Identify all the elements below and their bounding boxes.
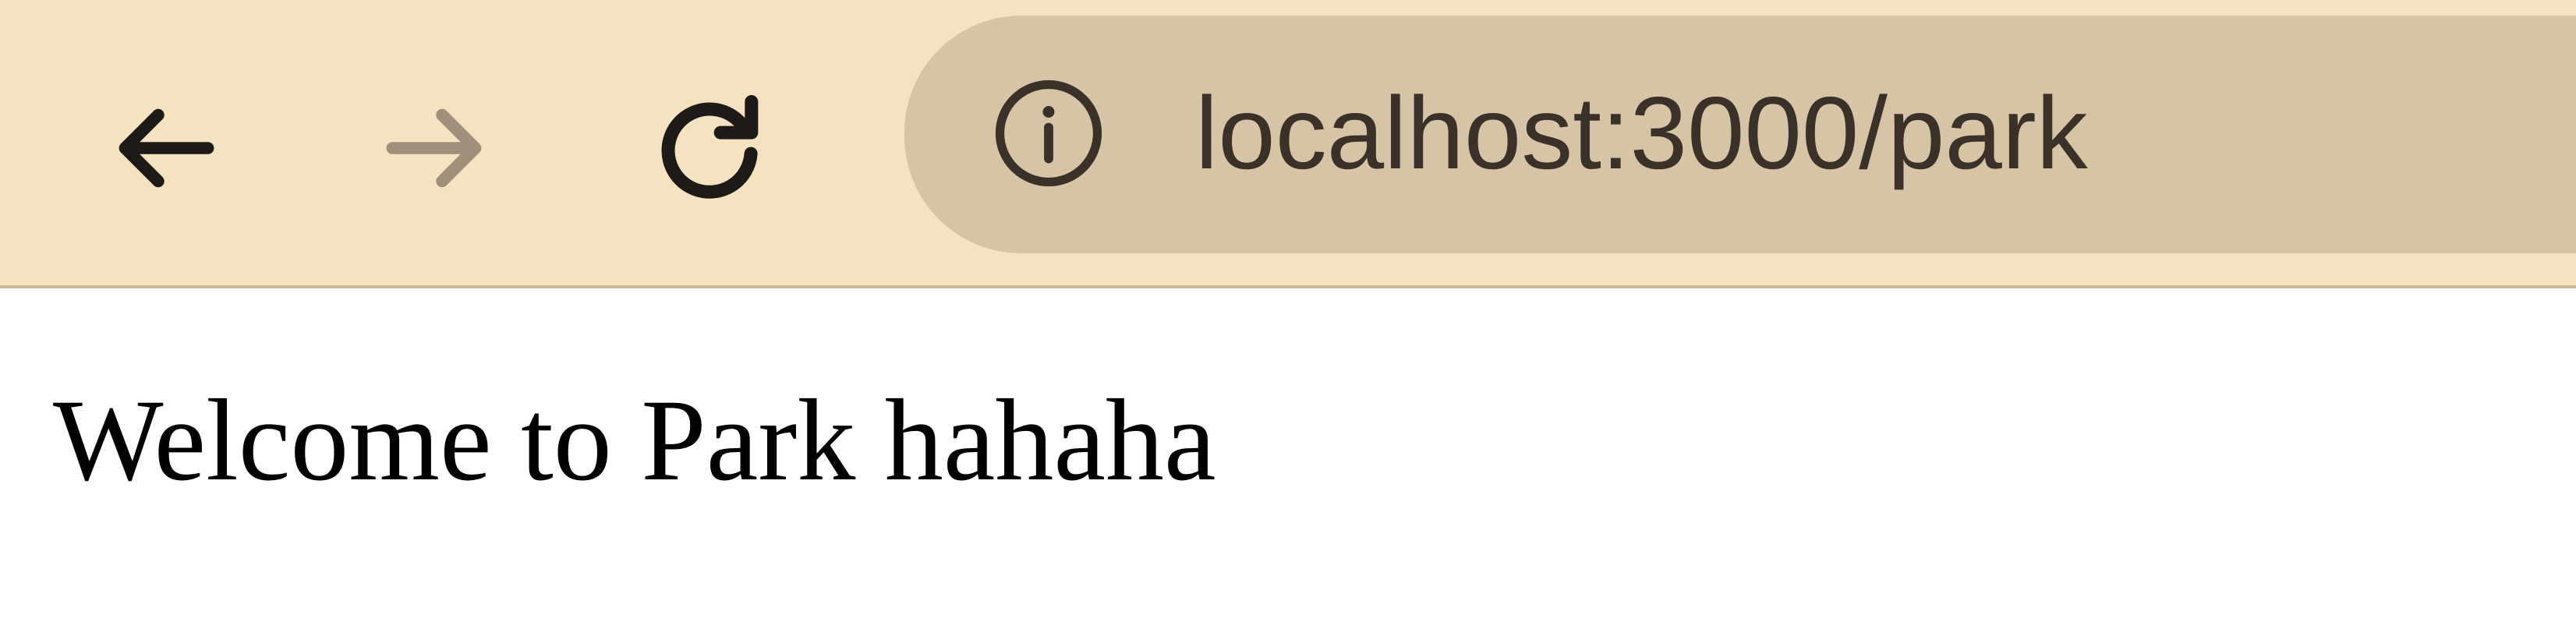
forward-button[interactable] <box>366 78 507 218</box>
info-icon <box>995 80 1102 187</box>
back-button[interactable] <box>94 78 234 218</box>
reload-button[interactable] <box>639 78 780 218</box>
site-info-icon[interactable] <box>990 75 1107 192</box>
url-text[interactable]: localhost:3000/park <box>1195 75 2088 192</box>
page-content: Welcome to Park hahaha <box>0 288 2576 636</box>
arrow-right-icon <box>386 108 482 188</box>
arrow-left-icon <box>119 108 214 188</box>
reload-icon <box>661 95 759 199</box>
browser-window: localhost:3000/park Welcome to Park haha… <box>0 0 2576 636</box>
address-bar[interactable]: localhost:3000/park <box>904 16 2576 253</box>
browser-toolbar: localhost:3000/park <box>0 0 2576 288</box>
welcome-text: Welcome to Park hahaha <box>53 376 1216 505</box>
